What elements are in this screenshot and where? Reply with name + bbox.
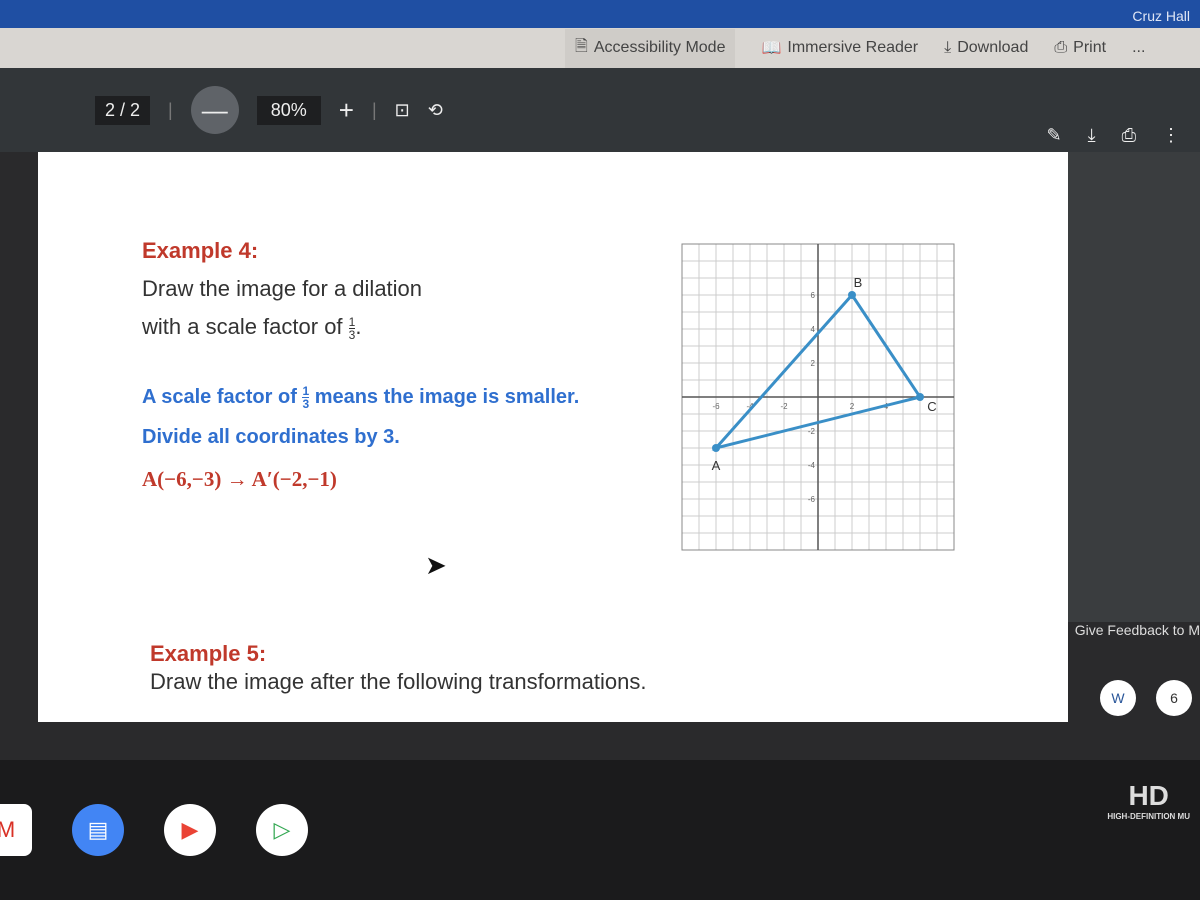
tray: W 6 — [1100, 680, 1192, 716]
label: Print — [1073, 39, 1107, 56]
accessibility-icon: 🗎 — [575, 37, 588, 55]
pdf-actions: ✎ ⤓ ⎙ ⋮ — [1047, 125, 1180, 146]
give-feedback-link[interactable]: Give Feedback to M — [1075, 622, 1200, 638]
page-indicator[interactable]: 2 / 2 — [95, 95, 151, 125]
more-button[interactable]: ... — [1132, 39, 1145, 57]
vertex-c — [916, 393, 924, 401]
label: Accessibility Mode — [593, 39, 726, 56]
chromeos-shelf: M ▤ ▶ ▷ — [0, 760, 1200, 900]
label: Immersive Reader — [787, 39, 919, 56]
notification-badge[interactable]: 6 — [1156, 680, 1192, 716]
office-toolbar: 🗎 Accessibility Mode 📖 Immersive Reader ⤓ D… — [0, 28, 1200, 68]
office-header: Cruz Hall — [0, 0, 1200, 30]
pdf-toolbar: 2 / 2 | — 80% + | ⊡ ⟲ — [0, 68, 1200, 152]
divider: | — [168, 99, 173, 120]
download-icon: ⤓ — [944, 39, 952, 56]
explanation-line2: Divide all coordinates by 3. — [142, 426, 400, 448]
coordinate-mapping: A(−6,−3) → A′(−2,−1) — [142, 467, 337, 491]
text: means the image is smaller. — [314, 386, 580, 408]
more-icon: ... — [1132, 39, 1146, 56]
denominator: 3 — [348, 327, 356, 342]
example-4-title: Example 4: — [142, 238, 259, 263]
text: A scale factor of — [142, 386, 297, 408]
zoom-in-button[interactable]: + — [339, 95, 354, 126]
vertex-a — [712, 444, 720, 452]
google-docs-icon[interactable]: ▤ — [72, 804, 124, 856]
example-5: Example 5: Draw the image after the foll… — [150, 640, 646, 696]
pen-icon[interactable]: ✎ — [1047, 125, 1062, 146]
side-panel — [1068, 152, 1200, 622]
denominator: 3 — [302, 397, 310, 412]
pdf-page: Example 4: Draw the image for a dilation… — [38, 152, 1068, 722]
explanation: A scale factor of 13 means the image is … — [142, 377, 579, 457]
play-store-icon[interactable]: ▷ — [256, 804, 308, 856]
rotate-icon[interactable]: ⟲ — [428, 100, 443, 121]
vertex-label-b: B — [854, 275, 863, 290]
download-icon[interactable]: ⤓ — [1088, 125, 1096, 146]
zoom-out-button[interactable]: — — [190, 86, 239, 134]
y-tick-label: -4 — [808, 461, 816, 470]
numerator: 1 — [348, 314, 356, 329]
youtube-icon[interactable]: ▶ — [164, 804, 216, 856]
fraction: 13 — [348, 314, 356, 342]
user-name[interactable]: Cruz Hall — [1132, 8, 1190, 24]
download-button[interactable]: ⤓ Download — [944, 39, 1028, 57]
example-4-line2: with a scale factor of 13. — [142, 314, 362, 342]
mouse-cursor-icon: ➤ — [425, 550, 447, 580]
divider: | — [371, 99, 377, 120]
example-5-line: Draw the image after the following trans… — [150, 669, 647, 694]
x-tick-label: -2 — [780, 402, 788, 411]
label: Download — [957, 39, 1029, 56]
gmail-icon[interactable]: M — [0, 804, 32, 856]
zoom-level[interactable]: 80% — [256, 95, 321, 125]
hd-subtext: HIGH-DEFINITION MU — [1107, 812, 1190, 821]
explanation-line1: A scale factor of 13 means the image is … — [142, 377, 579, 417]
y-tick-label: 4 — [811, 325, 816, 334]
accessibility-mode-button[interactable]: 🗎 Accessibility Mode — [565, 28, 736, 68]
vertex-b — [848, 291, 856, 299]
x-tick-label: -6 — [712, 402, 720, 411]
more-vert-icon[interactable]: ⋮ — [1162, 125, 1180, 146]
x-tick-label: 2 — [850, 402, 855, 411]
vertex-label-c: C — [927, 399, 936, 414]
hd-logo: HD HIGH-DEFINITION MU — [1107, 780, 1190, 821]
example-5-title: Example 5: — [150, 641, 267, 666]
print-button[interactable]: ⎙ Print — [1054, 39, 1106, 57]
vertex-label-a: A — [712, 458, 721, 473]
fit-page-icon[interactable]: ⊡ — [395, 100, 410, 121]
text: with a scale factor of — [142, 314, 343, 339]
immersive-reader-button[interactable]: 📖 Immersive Reader — [761, 38, 918, 58]
y-tick-label: -6 — [808, 495, 816, 504]
hd-text: HD — [1128, 780, 1169, 811]
example-4-line1: Draw the image for a dilation — [142, 276, 423, 301]
y-tick-label: -2 — [808, 427, 816, 436]
print-icon[interactable]: ⎙ — [1122, 125, 1136, 146]
coordinate-graph: -6 -4 -2 2 4642-2-4-6ABC — [681, 243, 955, 551]
fraction: 13 — [302, 385, 310, 412]
print-icon: ⎙ — [1054, 39, 1068, 56]
immersive-reader-icon: 📖 — [761, 40, 782, 57]
y-tick-label: 2 — [811, 359, 816, 368]
word-icon[interactable]: W — [1100, 680, 1136, 716]
example-4: Example 4: Draw the image for a dilation… — [142, 232, 422, 346]
y-tick-label: 6 — [811, 291, 816, 300]
